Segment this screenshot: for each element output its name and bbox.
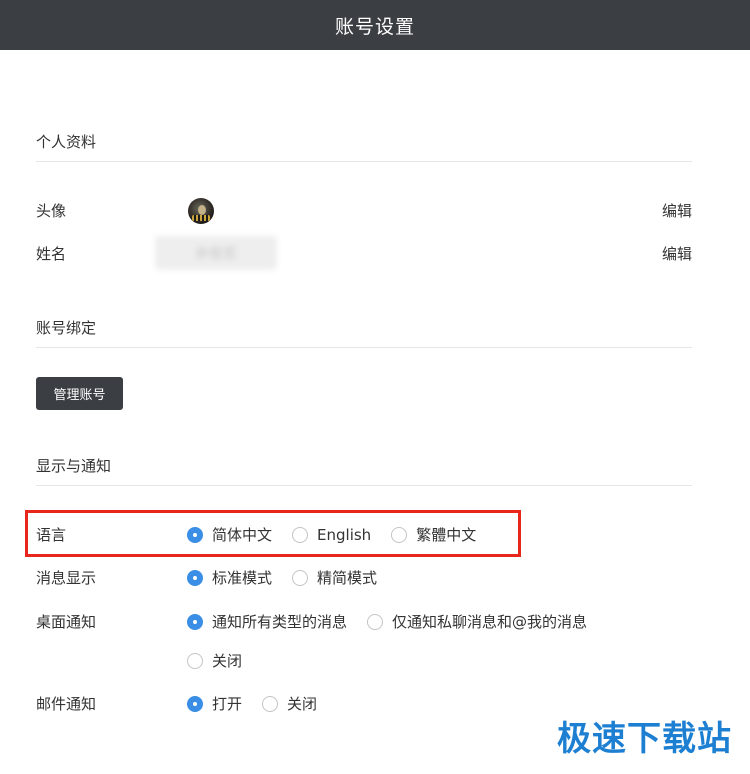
email-notify-option-off[interactable]: 关闭 [262, 694, 317, 714]
radio-label: 标准模式 [212, 569, 273, 587]
desktop-notify-label: 桌面通知 [36, 613, 97, 631]
name-value: 余俊宏 [155, 236, 277, 270]
radio-label: 关闭 [287, 695, 318, 713]
email-notify-radio-group: 打开 关闭 [187, 694, 337, 714]
radio-unchecked-icon[interactable] [262, 696, 279, 712]
radio-unchecked-icon[interactable] [292, 570, 309, 586]
radio-checked-icon[interactable] [187, 570, 203, 586]
page-header: 账号设置 [0, 0, 750, 50]
radio-checked-icon[interactable] [187, 614, 203, 630]
desktop-notify-option-all[interactable]: 通知所有类型的消息 [187, 612, 347, 632]
email-notify-option-on[interactable]: 打开 [187, 694, 242, 714]
message-display-option-compact[interactable]: 精简模式 [292, 568, 377, 588]
desktop-notify-radio-group: 通知所有类型的消息 仅通知私聊消息和@我的消息 [187, 612, 607, 632]
watermark-logo: 极速下载站 [557, 719, 732, 759]
binding-section-title: 账号绑定 [36, 318, 692, 348]
radio-label: 关闭 [212, 652, 243, 670]
message-display-radio-group: 标准模式 精简模式 [187, 568, 397, 588]
profile-section-title: 个人资料 [36, 132, 692, 162]
language-highlight-box [25, 510, 521, 557]
name-label: 姓名 [36, 245, 67, 263]
radio-unchecked-icon[interactable] [367, 614, 384, 630]
radio-label: 精简模式 [317, 569, 378, 587]
desktop-notify-radio-group-2: 关闭 [187, 651, 262, 671]
avatar [188, 198, 214, 224]
manage-account-button[interactable]: 管理账号 [36, 377, 123, 410]
email-notify-label: 邮件通知 [36, 695, 97, 713]
radio-label: 打开 [212, 695, 243, 713]
desktop-notify-option-off[interactable]: 关闭 [187, 651, 242, 671]
edit-name-link[interactable]: 编辑 [662, 244, 692, 264]
radio-unchecked-icon[interactable] [187, 653, 203, 669]
desktop-notify-option-private[interactable]: 仅通知私聊消息和@我的消息 [367, 612, 587, 632]
radio-label: 通知所有类型的消息 [212, 613, 348, 631]
avatar-face [198, 205, 206, 215]
avatar-stripe [192, 215, 210, 221]
display-section-title: 显示与通知 [36, 456, 692, 486]
avatar-label: 头像 [36, 202, 67, 220]
edit-avatar-link[interactable]: 编辑 [662, 201, 692, 221]
message-display-option-standard[interactable]: 标准模式 [187, 568, 272, 588]
message-display-label: 消息显示 [36, 569, 97, 587]
radio-checked-icon[interactable] [187, 696, 203, 712]
radio-label: 仅通知私聊消息和@我的消息 [392, 613, 588, 631]
page-title: 账号设置 [334, 15, 415, 38]
